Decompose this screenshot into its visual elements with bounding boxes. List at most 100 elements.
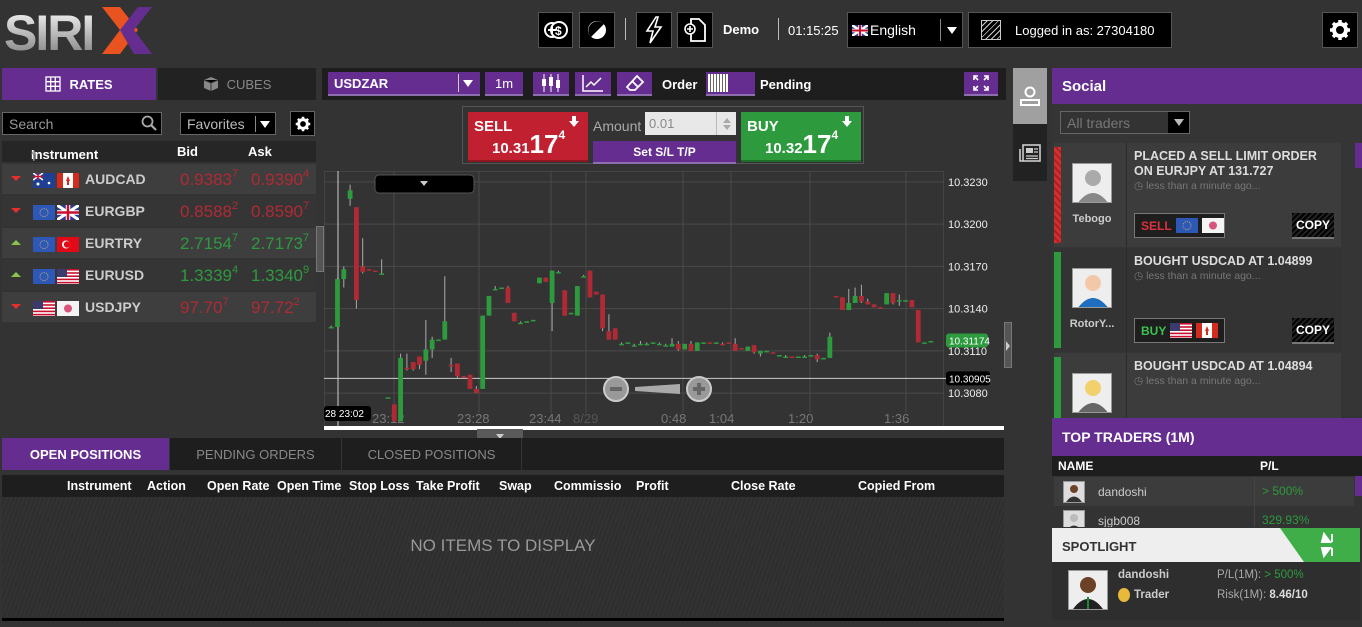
copy-button[interactable]: COPY <box>1292 213 1334 239</box>
tab-pending-orders[interactable]: PENDING ORDERS <box>170 438 342 470</box>
symbol-select[interactable]: USDZAR <box>328 72 480 96</box>
tab-rates[interactable]: RATES <box>2 68 156 100</box>
spotlight-name[interactable]: dandoshi <box>1118 569 1169 581</box>
rate-ask[interactable]: 0.85907 <box>251 200 309 222</box>
trader-name: dandoshi <box>1098 485 1147 499</box>
rate-row[interactable]: EURTRY 2.71547 2.71737 <box>2 228 316 258</box>
rate-ask[interactable]: 2.71737 <box>251 232 309 254</box>
col-profit[interactable]: Profit <box>636 479 669 493</box>
col-commission[interactable]: Commissio <box>554 479 621 493</box>
col-take-profit[interactable]: Take Profit <box>416 479 480 493</box>
flash-button[interactable] <box>636 12 672 48</box>
rate-row[interactable]: AUDCAD 0.93837 0.93904 <box>2 164 316 194</box>
avatar[interactable] <box>1072 268 1112 308</box>
col-copied-from[interactable]: Copied From <box>858 479 935 493</box>
rate-ask[interactable]: 1.33409 <box>251 264 309 286</box>
buy-button[interactable]: BUY 10.32174 <box>741 112 861 162</box>
settings-button[interactable] <box>1322 12 1358 48</box>
rate-bid[interactable]: 0.93837 <box>180 168 238 190</box>
chevron-down-icon[interactable] <box>255 116 273 132</box>
fullscreen-button[interactable] <box>964 72 998 96</box>
rate-row[interactable]: USDJPY 97.707 97.722 <box>2 292 316 322</box>
candle-body <box>581 276 587 278</box>
toggle-knob[interactable] <box>708 74 728 92</box>
tab-cubes[interactable]: CUBES <box>158 68 316 100</box>
feed-trade-badge[interactable]: SELL <box>1134 213 1225 238</box>
avatar[interactable] <box>1068 570 1108 610</box>
col-open-rate[interactable]: Open Rate <box>207 479 270 493</box>
crosshair-time-label: 28 23:02 <box>325 409 364 420</box>
tab-open-positions[interactable]: OPEN POSITIONS <box>2 438 170 470</box>
favorites-select[interactable]: Favorites <box>180 112 276 135</box>
rate-symbol: EURGBP <box>85 203 145 219</box>
stepper-down-icon[interactable] <box>722 124 731 130</box>
deposit-button[interactable]: $ <box>538 12 573 48</box>
col-action[interactable]: Action <box>147 479 186 493</box>
candle-body <box>915 310 921 343</box>
avatar <box>1063 510 1085 527</box>
right-panel-resize-handle[interactable] <box>1004 322 1012 368</box>
search-input[interactable]: Search <box>2 112 162 135</box>
new-document-button[interactable] <box>677 12 713 48</box>
stepper-up-icon[interactable] <box>722 117 731 123</box>
rate-bid[interactable]: 2.71547 <box>180 232 238 254</box>
sell-button[interactable]: SELL 10.31174 <box>468 112 588 162</box>
left-panel-resize-handle[interactable] <box>316 226 324 272</box>
amount-input[interactable]: 0.01 <box>645 112 736 135</box>
col-close-rate[interactable]: Close Rate <box>731 479 796 493</box>
price-chart[interactable]: 10.3230 10.3200 10.3170 10.3140 10.3110 10.30… <box>324 165 1004 427</box>
news-panel-button[interactable] <box>1013 124 1047 181</box>
chevron-down-icon[interactable] <box>940 19 962 41</box>
feed-item: BOUGHT USDCAD AT 1.04899 ◷ less than a m… <box>1054 248 1341 352</box>
theme-button[interactable] <box>579 12 615 48</box>
search-icon[interactable] <box>141 115 157 131</box>
set-sl-tp-button[interactable]: Set S/L T/P <box>593 141 736 164</box>
col-bid[interactable]: Bid <box>177 144 198 159</box>
chart-navigator[interactable] <box>324 426 1004 430</box>
collapse-chart-handle[interactable] <box>477 429 523 439</box>
order-pending-toggle[interactable] <box>706 72 755 96</box>
col-stop-loss[interactable]: Stop Loss <box>349 479 409 493</box>
chevron-down-icon[interactable] <box>458 74 476 92</box>
rate-bid[interactable]: 0.85882 <box>180 200 238 222</box>
amount-stepper[interactable] <box>716 112 736 135</box>
timeframe-button[interactable]: 1m <box>485 72 523 96</box>
trader-row[interactable]: sjgb008 329.93% <box>1054 506 1354 527</box>
rate-bid[interactable]: 1.33394 <box>180 264 238 286</box>
copy-button[interactable]: COPY <box>1292 318 1334 344</box>
col-instrument[interactable]: Instrument <box>67 479 132 493</box>
social-scrollbar[interactable] <box>1355 143 1362 168</box>
social-panel-button[interactable] <box>1013 68 1047 124</box>
rates-settings-button[interactable] <box>290 111 315 136</box>
avatar[interactable] <box>1072 373 1112 413</box>
chevron-down-icon[interactable] <box>1168 112 1189 133</box>
rate-bid[interactable]: 97.707 <box>180 296 229 318</box>
indicators-button[interactable] <box>575 72 611 96</box>
feed-trade-badge[interactable]: BUY <box>1134 318 1225 343</box>
tab-closed-positions[interactable]: CLOSED POSITIONS <box>342 438 522 470</box>
avatar[interactable] <box>1072 163 1112 203</box>
rate-ask[interactable]: 97.722 <box>251 296 300 318</box>
language-select[interactable]: English <box>847 12 963 48</box>
rate-row[interactable]: EURUSD 1.33394 1.33409 <box>2 260 316 290</box>
col-open-time[interactable]: Open Time <box>277 479 341 493</box>
positions-tabs: OPEN POSITIONS PENDING ORDERS CLOSED POS… <box>2 438 1004 470</box>
candle-body <box>530 319 536 322</box>
top-traders-scrollbar[interactable] <box>1355 476 1362 496</box>
feed-message: BOUGHT USDCAD AT 1.04894 <box>1134 359 1313 373</box>
draw-tool-button[interactable] <box>617 72 652 96</box>
col-swap[interactable]: Swap <box>499 479 532 493</box>
feed-username[interactable]: RotorY... <box>1062 318 1122 330</box>
tab-cubes-label: CUBES <box>226 76 272 92</box>
chevron-right-icon <box>1006 341 1010 351</box>
rate-ask[interactable]: 0.93904 <box>251 168 309 190</box>
feed-username[interactable]: Tebogo <box>1062 213 1122 225</box>
candlestick-type-button[interactable] <box>533 72 569 96</box>
account-mode: Demo <box>723 22 760 37</box>
candle-body <box>865 301 871 305</box>
traders-filter-select[interactable]: All traders <box>1060 111 1190 134</box>
trader-row[interactable]: dandoshi > 500% <box>1054 477 1354 506</box>
medal-icon <box>1118 588 1130 602</box>
rate-row[interactable]: EURGBP 0.85882 0.85907 <box>2 196 316 226</box>
col-ask[interactable]: Ask <box>248 144 272 159</box>
